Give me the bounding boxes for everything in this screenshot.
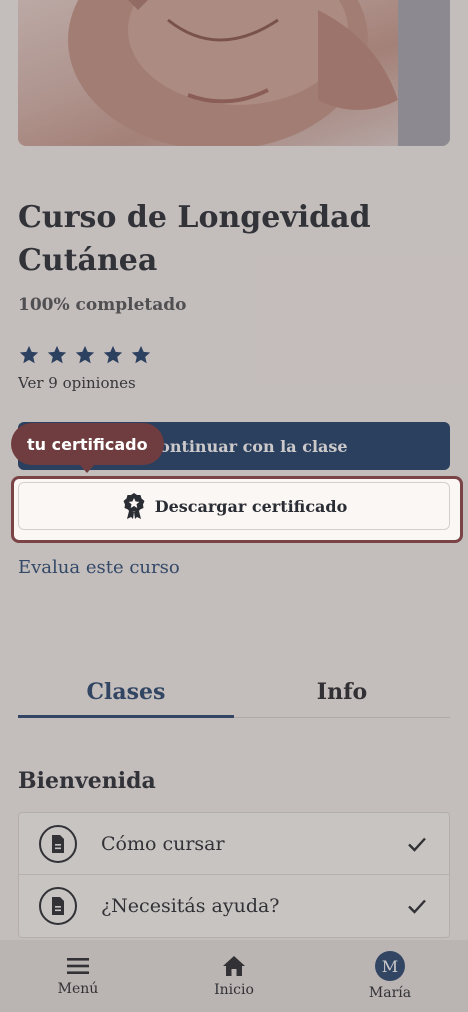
- nav-home-label: Inicio: [214, 982, 254, 998]
- nav-home[interactable]: Inicio: [174, 954, 294, 998]
- bottom-navigation: Menú Inicio M María: [0, 940, 468, 1012]
- rate-course-link[interactable]: Evalua este curso: [18, 557, 180, 578]
- lesson-label: Cómo cursar: [101, 832, 225, 855]
- rating-stars: [18, 344, 152, 366]
- document-icon: [39, 887, 77, 925]
- check-icon: [408, 899, 426, 914]
- course-hero-image: [18, 0, 450, 146]
- star-icon: [75, 345, 95, 364]
- menu-icon: [67, 958, 89, 974]
- course-progress: 100% completado: [18, 295, 187, 315]
- document-icon: [39, 824, 77, 863]
- lesson-item[interactable]: ¿Necesitás ayuda?: [19, 875, 449, 937]
- lesson-list: Cómo cursar ¿Necesitás ayuda?: [18, 812, 450, 938]
- course-title: Curso de Longevidad Cutánea: [18, 200, 371, 278]
- avatar: M: [375, 951, 405, 981]
- award-icon: [123, 493, 145, 519]
- certificate-tooltip: tu certificado: [11, 423, 164, 473]
- lesson-label: ¿Necesitás ayuda?: [101, 895, 280, 917]
- home-icon: [223, 956, 245, 976]
- course-tabs: Clases Info: [18, 676, 450, 718]
- download-certificate-label: Descargar certificado: [154, 496, 348, 516]
- check-icon: [408, 837, 426, 852]
- star-icon: [103, 345, 123, 364]
- star-icon: [131, 345, 151, 364]
- star-icon: [47, 345, 67, 364]
- section-title: Bienvenida: [18, 768, 156, 794]
- nav-menu-label: Menú: [57, 981, 99, 997]
- reviews-link[interactable]: Ver 9 opiniones: [18, 374, 136, 392]
- star-icon: [19, 345, 39, 364]
- nav-profile[interactable]: M María: [330, 951, 450, 1001]
- lesson-item[interactable]: Cómo cursar: [19, 813, 449, 875]
- continue-class-label: Continuar con la clase: [146, 436, 348, 456]
- nav-menu[interactable]: Menú: [18, 955, 138, 997]
- nav-profile-label: María: [368, 985, 412, 1001]
- download-certificate-button[interactable]: Descargar certificado: [18, 482, 450, 530]
- tab-clases[interactable]: Clases: [18, 676, 234, 718]
- tab-info[interactable]: Info: [234, 676, 450, 718]
